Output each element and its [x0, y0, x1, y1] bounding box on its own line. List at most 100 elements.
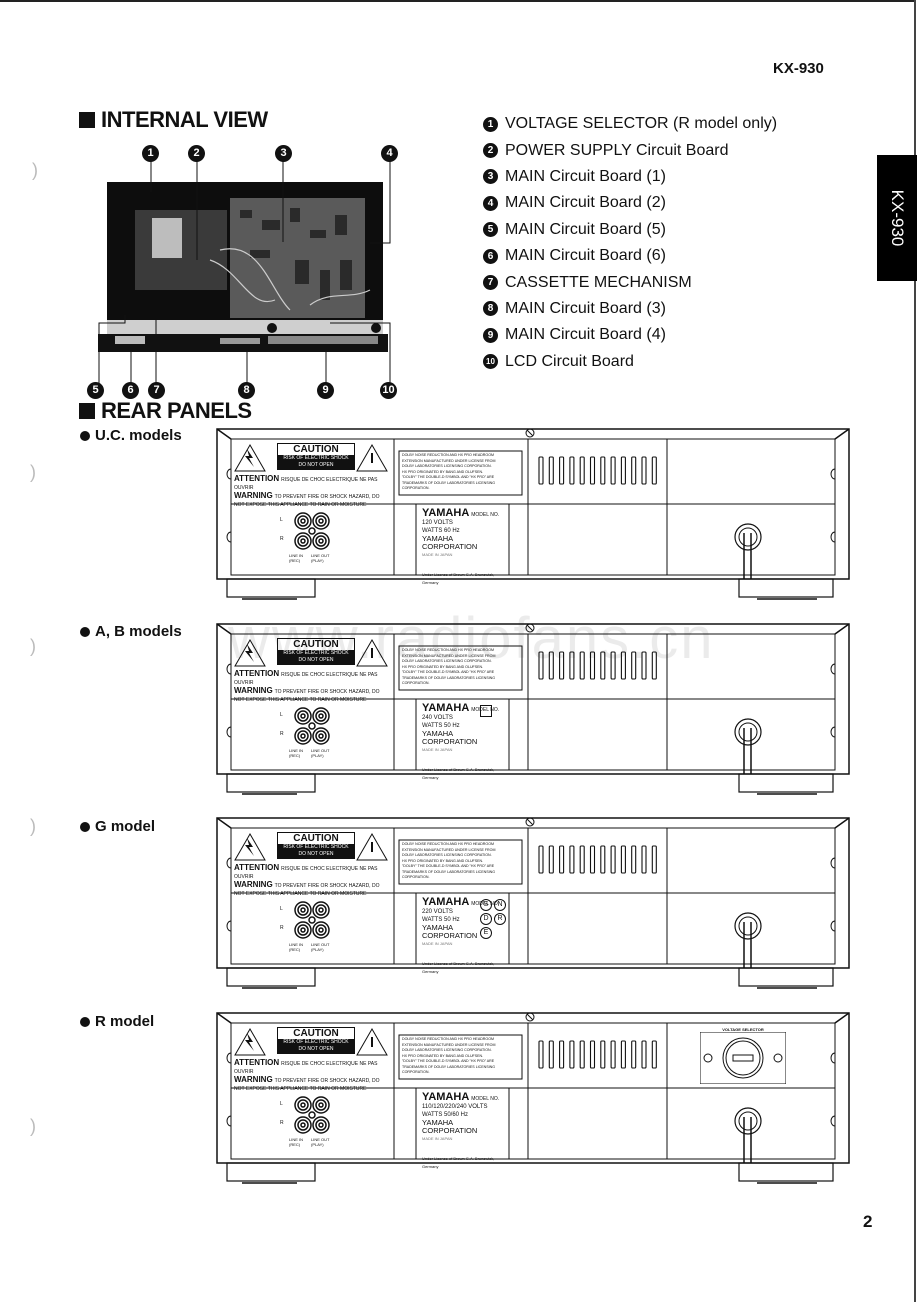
vent-slot [600, 845, 606, 874]
rca-jack [318, 538, 324, 544]
cert-mark-N: N [494, 899, 506, 911]
callout-10: 10 [380, 380, 397, 399]
vent-slot [548, 845, 554, 874]
legend-item: 9 MAIN Circuit Board (4) [483, 322, 777, 348]
rca-jack [318, 733, 324, 739]
page-top-border [0, 0, 915, 2]
jack-r-label: R [280, 731, 284, 737]
vent-slot [569, 1040, 575, 1069]
vent-slot [641, 456, 647, 485]
vent-slot [538, 845, 544, 874]
legend-item: 8 MAIN Circuit Board (3) [483, 296, 777, 322]
page-number: 2 [863, 1212, 873, 1231]
rear-panels-title: REAR PANELS [79, 398, 252, 424]
binding-mark: ) [30, 816, 36, 836]
vent-slot [569, 845, 575, 874]
caution-label: CAUTION RISK OF ELECTRIC SHOCK DO NOT OP… [277, 443, 355, 470]
bullet-icon [80, 626, 90, 637]
jack-l-label: L [280, 906, 283, 912]
vent-slot [589, 651, 596, 680]
vent-slot [538, 456, 544, 485]
section-square-icon [79, 112, 95, 128]
ground-screw [308, 1111, 316, 1119]
rca-jack [300, 907, 306, 913]
rating-label: YAMAHA MODEL NO. 110/120/220/240 VOLTS W… [422, 1091, 500, 1170]
legend-item: 4 MAIN Circuit Board (2) [483, 190, 777, 216]
vent-slot [610, 1040, 616, 1069]
callout-6: 6 [122, 380, 139, 399]
vent-slot [631, 845, 637, 874]
warning-text: ATTENTION RISQUE DE CHOC ELECTRIQUE NE P… [234, 863, 380, 898]
legend-item: 10 LCD Circuit Board [483, 349, 777, 375]
vent-slot [610, 845, 616, 874]
cert-mark-D: D [480, 913, 492, 925]
vent-slot [579, 651, 585, 680]
vent-slot [548, 456, 554, 485]
rca-jack [297, 1099, 309, 1111]
vent-slot [538, 651, 544, 680]
jack-l-label: L [280, 1101, 283, 1107]
rca-jack [318, 518, 324, 524]
rca-jack [297, 515, 309, 527]
vent-slot [579, 456, 585, 485]
dolby-line: CORPORATION. [402, 1070, 430, 1074]
dolby-license-text: DOLBY NOISE REDUCTION AND HX PRO HEADROO… [402, 842, 520, 881]
rca-jack [300, 713, 306, 719]
jack-r-label: R [280, 536, 284, 542]
jack-label-in: LINE IN (REC) [289, 553, 304, 563]
voltage-selector-dial[interactable] [699, 1031, 787, 1085]
dolby-line: CORPORATION. [402, 486, 430, 490]
rear-panel-0: CAUTION RISK OF ELECTRIC SHOCK DO NOT OP… [216, 428, 850, 600]
cert-mark-S: S [480, 899, 492, 911]
jack-label-in: LINE IN (REC) [289, 942, 304, 952]
callout-5: 5 [87, 380, 104, 399]
cert-mark-E: E [480, 927, 492, 939]
vent-slot [538, 1040, 544, 1069]
jack-l-label: L [280, 517, 283, 523]
vent-slot [631, 1040, 637, 1069]
rca-jack [297, 710, 309, 722]
rca-jack [297, 904, 309, 916]
caution-label: CAUTION RISK OF ELECTRIC SHOCK DO NOT OP… [277, 1027, 355, 1054]
vent-slot [641, 651, 647, 680]
rating-label: YAMAHA MODEL NO. 120 VOLTS WATTS 60 Hz Y… [422, 507, 500, 586]
certification-marks: S ND RE [479, 898, 509, 940]
warning-text: ATTENTION RISQUE DE CHOC ELECTRIQUE NE P… [234, 1058, 380, 1093]
rca-jack [318, 1102, 324, 1108]
rca-jack [300, 733, 306, 739]
rca-jack [300, 518, 306, 524]
jack-label-out: LINE OUT (PLAY) [311, 553, 330, 563]
rca-jack [300, 538, 306, 544]
rca-jack [315, 1119, 327, 1131]
legend-item: 3 MAIN Circuit Board (1) [483, 164, 777, 190]
rca-jack [318, 713, 324, 719]
vent-slot [620, 456, 626, 485]
vent-slot [548, 1040, 554, 1069]
vent-slot [569, 456, 575, 485]
vent-slot [548, 651, 554, 680]
jack-l-label: L [280, 712, 283, 718]
jack-label-in: LINE IN (REC) [289, 748, 304, 758]
vent-slot [559, 651, 565, 680]
jack-label-out: LINE OUT (PLAY) [311, 1137, 330, 1147]
certification-marks [479, 704, 509, 720]
caution-label: CAUTION RISK OF ELECTRIC SHOCK DO NOT OP… [277, 832, 355, 859]
rca-jack [297, 535, 309, 547]
internal-view-photo [98, 160, 391, 392]
rear-panel-1: CAUTION RISK OF ELECTRIC SHOCK DO NOT OP… [216, 623, 850, 795]
ground-screw [308, 722, 316, 730]
jack-label-out: LINE OUT (PLAY) [311, 748, 330, 758]
jack-label-out: LINE OUT (PLAY) [311, 942, 330, 952]
callout-3: 3 [275, 143, 292, 162]
rca-jack [315, 515, 327, 527]
model-label-uc: U.C. models [80, 427, 182, 444]
model-label-g: G model [80, 818, 155, 835]
vent-slot [610, 651, 616, 680]
legend-item: 6 MAIN Circuit Board (6) [483, 243, 777, 269]
voltage-selector[interactable]: VOLTAGE SELECTOR [699, 1027, 787, 1085]
vent-slot [631, 456, 637, 485]
vent-slot [610, 456, 616, 485]
side-tab-label: KX-930 [888, 189, 907, 247]
rca-jack [300, 927, 306, 933]
vent-slot [589, 845, 596, 874]
